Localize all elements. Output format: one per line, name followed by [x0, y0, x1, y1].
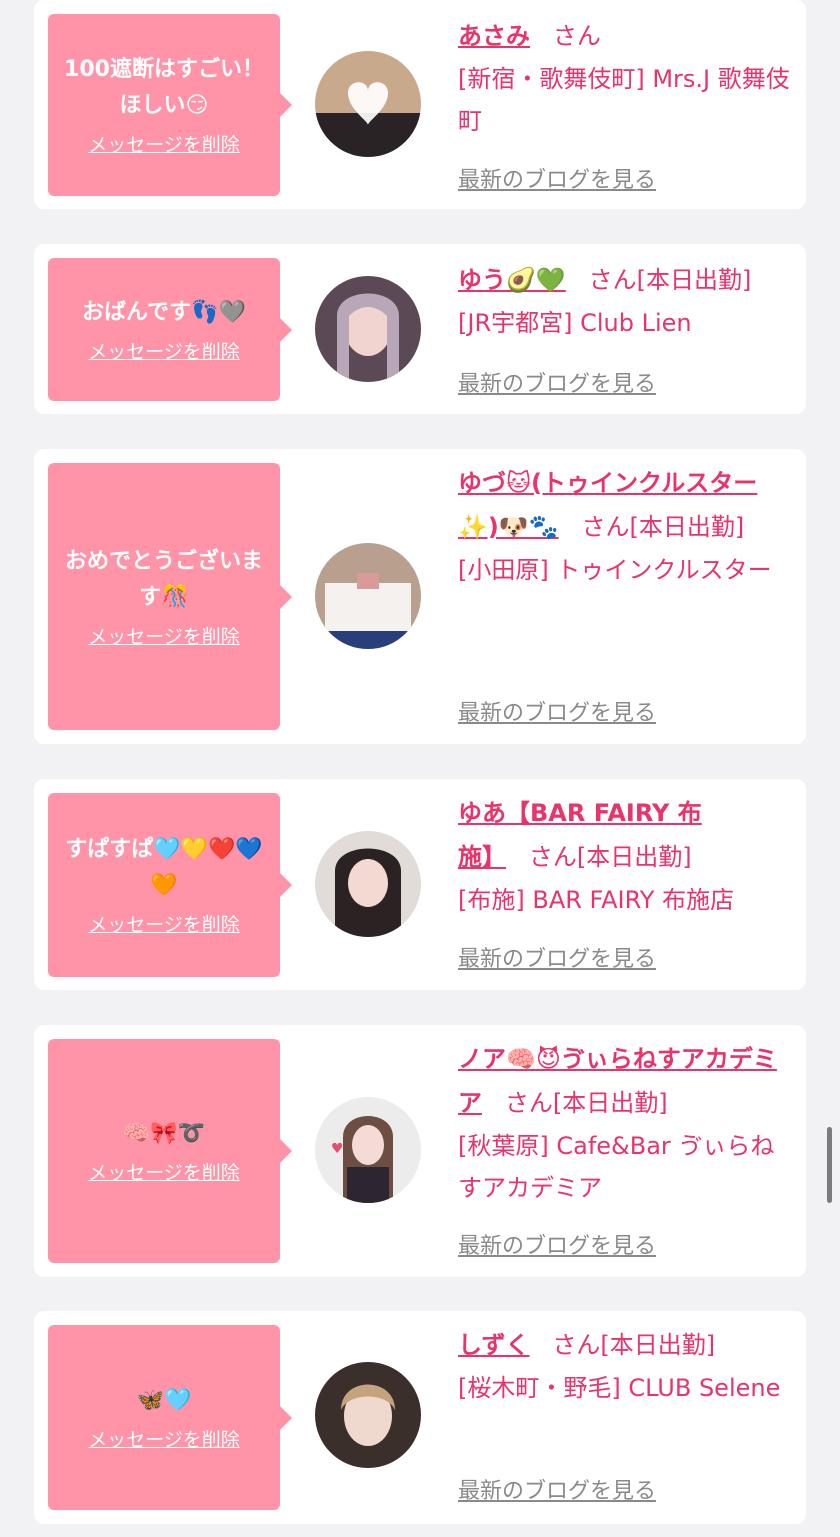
member-suffix: さん[本日出勤]: [581, 513, 745, 541]
message-text: おばんです👣🩶: [82, 299, 246, 325]
message-card: 🦋🩵 メッセージを削除 しずく さん[本日出勤] [桜木町・野毛] CLUB S…: [34, 1311, 806, 1524]
message-card: すぱすぱ🩵💛❤️💙🧡 メッセージを削除 ゆあ【BAR FAIRY 布施】 さん[…: [34, 779, 806, 990]
message-text: すぱすぱ🩵💛❤️💙🧡: [65, 837, 263, 898]
delete-message-link[interactable]: メッセージを削除: [88, 624, 240, 650]
shop-name: [小田原] トゥインクルスター: [458, 556, 772, 584]
member-info: あさみ さん [新宿・歌舞伎町] Mrs.J 歌舞伎町: [458, 14, 794, 142]
avatar[interactable]: ♥: [315, 1097, 421, 1203]
message-text: 100遮断はすごい！ほしい😏: [64, 57, 264, 118]
member-info: ノア🧠😈ゔぃらねすアカデミア さん[本日出勤] [秋葉原] Cafe&Bar ゔ…: [458, 1037, 794, 1209]
avatar[interactable]: [315, 831, 421, 937]
svg-text:♥: ♥: [331, 1141, 344, 1157]
latest-blog-link[interactable]: 最新のブログを見る: [458, 162, 656, 194]
latest-blog-link[interactable]: 最新のブログを見る: [458, 695, 656, 727]
latest-blog-link[interactable]: 最新のブログを見る: [458, 941, 656, 973]
message-text: 🦋🩵: [136, 1387, 192, 1413]
avatar[interactable]: [315, 1362, 421, 1468]
message-card: おめでとうございます🎊 メッセージを削除 ゆづ🐱(トゥインクルスター✨)🐶🐾 さ…: [34, 449, 806, 744]
shop-name: [桜木町・野毛] CLUB Selene: [458, 1374, 781, 1402]
member-info: ゆづ🐱(トゥインクルスター✨)🐶🐾 さん[本日出勤] [小田原] トゥインクルス…: [458, 461, 794, 591]
delete-message-link[interactable]: メッセージを削除: [88, 339, 240, 365]
member-suffix: さん[本日出勤]: [588, 266, 752, 294]
shop-name: [新宿・歌舞伎町] Mrs.J 歌舞伎町: [458, 65, 790, 135]
shop-name: [JR宇都宮] Club Lien: [458, 309, 692, 337]
message-bubble: 🧠🎀➰ メッセージを削除: [48, 1039, 292, 1263]
avatar[interactable]: [315, 276, 421, 382]
message-bubble: すぱすぱ🩵💛❤️💙🧡 メッセージを削除: [48, 793, 292, 977]
latest-blog-link[interactable]: 最新のブログを見る: [458, 1228, 656, 1260]
message-text: おめでとうございます🎊: [64, 548, 263, 610]
latest-blog-link[interactable]: 最新のブログを見る: [458, 1473, 656, 1505]
shop-name: [秋葉原] Cafe&Bar ゔぃらねすアカデミア: [458, 1132, 775, 1202]
member-info: ゆう🥑💚 さん[本日出勤] [JR宇都宮] Club Lien: [458, 258, 794, 344]
latest-blog-link[interactable]: 最新のブログを見る: [458, 366, 656, 398]
message-card: 🧠🎀➰ メッセージを削除 ♥ ノア🧠😈ゔぃらねすアカデミア さん[本日出勤] […: [34, 1025, 806, 1277]
message-card: おばんです👣🩶 メッセージを削除 ゆう🥑💚 さん[本日出勤] [JR宇都宮] C…: [34, 244, 806, 414]
delete-message-link[interactable]: メッセージを削除: [88, 132, 240, 158]
avatar[interactable]: [315, 543, 421, 649]
member-name-link[interactable]: しずく: [458, 1331, 530, 1359]
member-info: しずく さん[本日出勤] [桜木町・野毛] CLUB Selene: [458, 1323, 794, 1409]
avatar[interactable]: [315, 51, 421, 157]
message-card: 100遮断はすごい！ほしい😏 メッセージを削除 あさみ さん [新宿・歌舞伎町]…: [34, 0, 806, 209]
message-text: 🧠🎀➰: [122, 1121, 206, 1146]
message-bubble: 100遮断はすごい！ほしい😏 メッセージを削除: [48, 14, 292, 196]
member-name-link[interactable]: あさみ: [458, 22, 530, 50]
message-bubble: 🦋🩵 メッセージを削除: [48, 1325, 292, 1510]
member-info: ゆあ【BAR FAIRY 布施】 さん[本日出勤] [布施] BAR FAIRY…: [458, 791, 794, 921]
delete-message-link[interactable]: メッセージを削除: [88, 1427, 240, 1453]
delete-message-link[interactable]: メッセージを削除: [88, 912, 240, 938]
member-suffix: さん[本日出勤]: [552, 1331, 716, 1359]
scrollbar[interactable]: [827, 1127, 832, 1203]
member-suffix: さん: [552, 22, 601, 50]
shop-name: [布施] BAR FAIRY 布施店: [458, 886, 735, 914]
member-suffix: さん[本日出勤]: [504, 1089, 668, 1117]
message-bubble: おめでとうございます🎊 メッセージを削除: [48, 463, 292, 730]
member-suffix: さん[本日出勤]: [528, 843, 692, 871]
delete-message-link[interactable]: メッセージを削除: [88, 1160, 240, 1186]
member-name-link[interactable]: ゆう🥑💚: [458, 266, 566, 294]
message-bubble: おばんです👣🩶 メッセージを削除: [48, 258, 292, 401]
